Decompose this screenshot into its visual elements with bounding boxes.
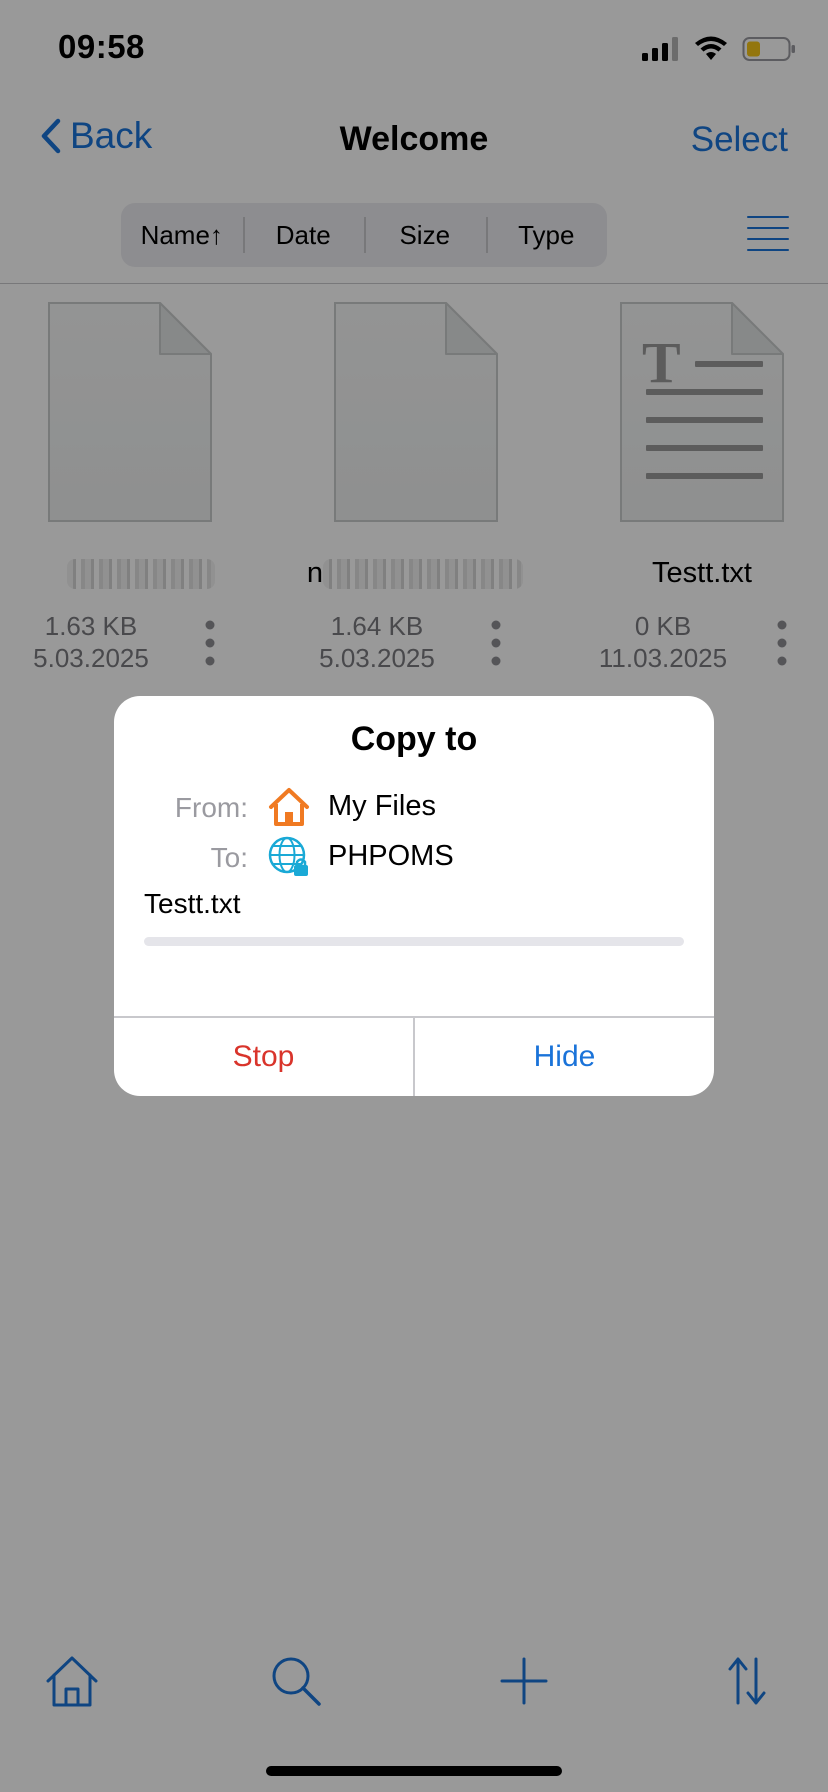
- copy-progress-bar: [144, 937, 684, 946]
- globe-lock-icon: [268, 836, 308, 876]
- from-label: From:: [174, 792, 248, 823]
- to-label: To:: [210, 842, 248, 873]
- stop-button[interactable]: Stop: [114, 1018, 413, 1096]
- home-icon: [269, 788, 309, 826]
- home-indicator: [266, 1766, 562, 1776]
- to-value: PHPOMS: [328, 840, 454, 872]
- copy-progress-dialog: Copy to From: My Files To: PHPOMS Testt.: [114, 696, 714, 1096]
- to-row: To: PHPOMS: [114, 836, 714, 880]
- from-value: My Files: [328, 790, 436, 822]
- hide-button[interactable]: Hide: [415, 1018, 714, 1096]
- file-browser-screen: 09:58 Back Welcome Select Name↑ Date Siz: [0, 0, 828, 1792]
- dialog-title: Copy to: [350, 720, 478, 758]
- from-row: From: My Files: [114, 786, 714, 830]
- copying-file-name: Testt.txt: [144, 888, 241, 919]
